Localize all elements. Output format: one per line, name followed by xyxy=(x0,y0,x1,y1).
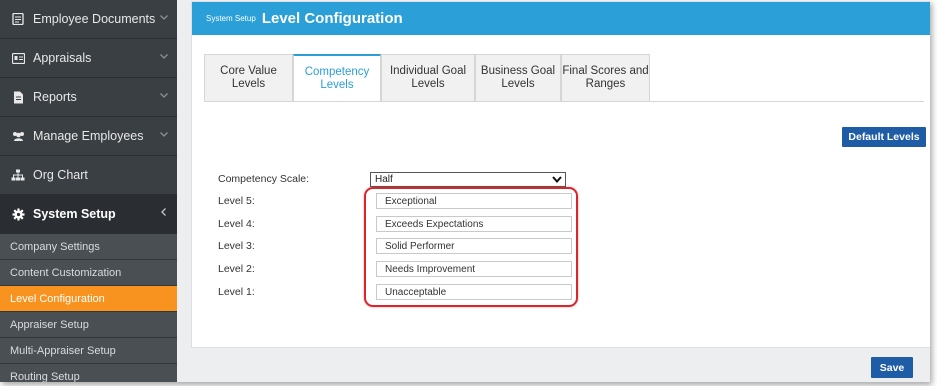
users-icon xyxy=(10,129,26,143)
panel-header: System Setup Level Configuration xyxy=(192,2,930,35)
tab-label-line2: Levels xyxy=(501,78,535,90)
sidebar-item-appraisals[interactable]: Appraisals xyxy=(0,39,177,78)
sidebar-item-label: Appraisals xyxy=(33,51,92,65)
sidebar-subitem-content-customization[interactable]: Content Customization xyxy=(0,260,177,286)
org-chart-icon xyxy=(10,168,26,182)
competency-scale-select[interactable]: Half xyxy=(370,172,566,187)
tab-label-line2: Ranges xyxy=(585,78,626,90)
page-title: Level Configuration xyxy=(261,10,403,27)
sidebar-subitem-level-configuration[interactable]: Level Configuration xyxy=(0,286,177,312)
level-5-label: Level 5: xyxy=(218,195,255,207)
sidebar-item-org-chart[interactable]: Org Chart xyxy=(0,156,177,195)
level-2-label: Level 2: xyxy=(218,263,255,275)
sidebar: Employee Documents Appraisals Reports Ma… xyxy=(0,0,177,382)
sidebar-item-label: Org Chart xyxy=(33,168,88,182)
sidebar-subitem-company-settings[interactable]: Company Settings xyxy=(0,234,177,260)
tab-label-line1: Competency xyxy=(304,65,370,78)
tab-label-line2: Levels xyxy=(411,78,445,90)
chevron-left-icon xyxy=(161,208,166,216)
app-window: Employee Documents Appraisals Reports Ma… xyxy=(0,0,930,382)
tab-label-line1: Final Scores and xyxy=(562,65,649,77)
select-value: Half xyxy=(375,174,393,185)
chevron-down-icon xyxy=(160,132,168,137)
chevron-down-icon xyxy=(552,176,562,184)
tab-label-line1: Business Goal xyxy=(480,65,556,77)
tab-label-line2: Levels xyxy=(231,78,266,90)
tab-business-goal-levels[interactable]: Business Goal Levels xyxy=(475,54,561,101)
tab-label-line2: Levels xyxy=(320,78,354,91)
tab-individual-goal-levels[interactable]: Individual Goal Levels xyxy=(381,54,475,101)
tab-label-line1: Core Value xyxy=(220,65,277,77)
tab-label-line1: Individual Goal xyxy=(389,65,467,77)
level-3-label: Level 3: xyxy=(218,240,255,252)
sidebar-item-label: Manage Employees xyxy=(33,129,144,143)
report-icon xyxy=(10,90,26,104)
level-1-label: Level 1: xyxy=(218,286,255,298)
id-card-icon xyxy=(10,51,26,65)
default-levels-button[interactable]: Default Levels xyxy=(842,127,926,147)
sidebar-subitem-appraiser-setup[interactable]: Appraiser Setup xyxy=(0,312,177,338)
tab-final-scores-and-ranges[interactable]: Final Scores and Ranges xyxy=(561,54,650,101)
sidebar-item-employee-documents[interactable]: Employee Documents xyxy=(0,0,177,39)
sidebar-item-label: Reports xyxy=(33,90,77,104)
chevron-down-icon xyxy=(160,15,168,20)
sidebar-subitem-multi-appraiser-setup[interactable]: Multi-Appraiser Setup xyxy=(0,338,177,364)
gear-icon xyxy=(10,207,26,221)
sidebar-subitem-routing-setup[interactable]: Routing Setup xyxy=(0,364,177,382)
highlight-outline xyxy=(364,187,578,307)
sidebar-item-label: System Setup xyxy=(33,207,116,221)
sidebar-item-manage-employees[interactable]: Manage Employees xyxy=(0,117,177,156)
save-button[interactable]: Save xyxy=(871,357,913,378)
sidebar-item-label: Employee Documents xyxy=(33,12,156,26)
level-tabs: Core Value Levels Competency Levels Indivi… xyxy=(204,54,650,101)
tab-core-value-levels[interactable]: Core Value Levels xyxy=(204,54,293,101)
chevron-down-icon xyxy=(160,54,168,59)
chevron-down-icon xyxy=(160,93,168,98)
competency-scale-label: Competency Scale: xyxy=(218,173,310,185)
level-4-label: Level 4: xyxy=(218,218,255,230)
document-icon xyxy=(10,12,26,26)
level-configuration-panel: System Setup Level Configuration Core Va… xyxy=(191,1,930,348)
tab-competency-levels[interactable]: Competency Levels xyxy=(293,54,381,101)
sidebar-item-reports[interactable]: Reports xyxy=(0,78,177,117)
tabs-divider xyxy=(204,101,924,102)
breadcrumb: System Setup xyxy=(206,14,256,23)
sidebar-item-system-setup[interactable]: System Setup xyxy=(0,195,177,234)
